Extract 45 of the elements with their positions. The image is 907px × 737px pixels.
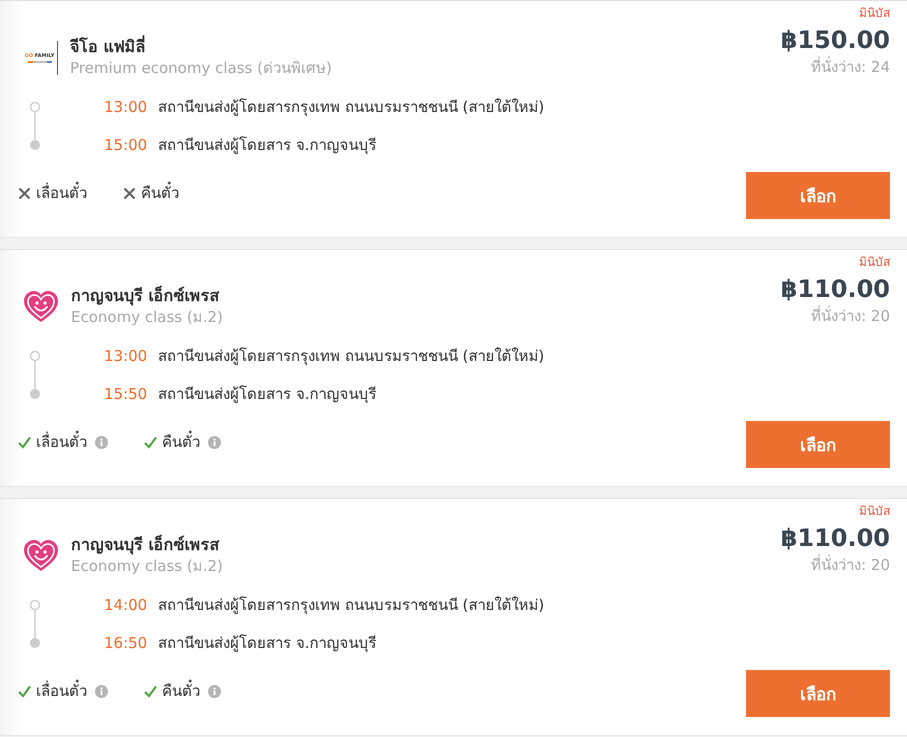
route-timeline-icon — [29, 101, 41, 151]
bus-class: Premium economy class (ด่วนพิเศษ) — [70, 58, 332, 79]
bus-class: Economy class (ม.2) — [71, 307, 223, 328]
bus-type: มินิบัส — [859, 503, 890, 519]
policy-label: เลื่อนตั๋ว — [36, 679, 87, 703]
select-button[interactable]: เลือก — [746, 421, 890, 468]
station-name: สถานีขนส่งผู้โดยสาร จ.กาญจนบุรี — [158, 633, 377, 654]
station-name: สถานีขนส่งผู้โดยสารกรุงเทพ ถนนบรมราชชนนี (สายใต้ใหม่) — [158, 97, 544, 118]
departure-time: 13:00 — [104, 347, 148, 365]
info-icon[interactable] — [208, 684, 221, 698]
heart-face-icon — [23, 538, 59, 572]
price: ฿110.00 — [780, 274, 890, 305]
departure-time: 16:50 — [104, 634, 148, 652]
station-name: สถานีขนส่งผู้โดยสารกรุงเทพ ถนนบรมราชชนนี (สายใต้ใหม่) — [158, 595, 544, 616]
policy-label: คืนตั๋ว — [162, 679, 200, 703]
station-name: สถานีขนส่งผู้โดยสาร จ.กาญจนบุรี — [158, 135, 377, 156]
seats-available: ที่นั่งว่าง: 20 — [811, 306, 890, 326]
station-name: สถานีขนส่งผู้โดยสารกรุงเทพ ถนนบรมราชชนนี (สายใต้ใหม่) — [158, 346, 544, 368]
info-icon[interactable] — [208, 436, 221, 448]
price: ฿150.00 — [780, 25, 890, 56]
seats-available: ที่นั่งว่าง: 20 — [811, 555, 890, 575]
bus-class: Economy class (ม.2) — [71, 556, 223, 577]
station-name: สถานีขนส่งผู้โดยสาร จ.กาญจนบุรี — [158, 384, 377, 406]
operator-name: จีโอ แฟมิลี่ — [70, 36, 147, 57]
seats-available: ที่นั่งว่าง: 24 — [811, 57, 890, 77]
operator-name: กาญจนบุรี เอ็กซ์เพรส — [71, 534, 221, 555]
price: ฿110.00 — [780, 523, 890, 554]
bus-type: มินิบัส — [859, 5, 890, 21]
info-icon[interactable] — [95, 436, 108, 448]
departure-time: 15:00 — [104, 136, 148, 154]
select-button[interactable]: เลือก — [746, 172, 890, 219]
route-timeline-icon — [29, 599, 41, 649]
heart-face-icon — [23, 290, 59, 324]
select-button[interactable]: เลือก — [746, 670, 890, 717]
operator-name: กาญจนบุรี เอ็กซ์เพรส — [71, 285, 221, 306]
bus-type: มินิบัส — [859, 254, 890, 270]
departure-time: 14:00 — [104, 596, 148, 614]
policy-label: เลื่อนตั๋ว — [36, 430, 87, 454]
policy-label: คืนตั๋ว — [141, 181, 179, 205]
departure-time: 13:00 — [104, 98, 148, 116]
policy-label: เลื่อนตั๋ว — [36, 181, 87, 205]
departure-time: 15:50 — [104, 385, 148, 403]
policy-label: คืนตั๋ว — [162, 430, 200, 454]
route-timeline-icon — [29, 350, 41, 400]
info-icon[interactable] — [95, 684, 108, 698]
